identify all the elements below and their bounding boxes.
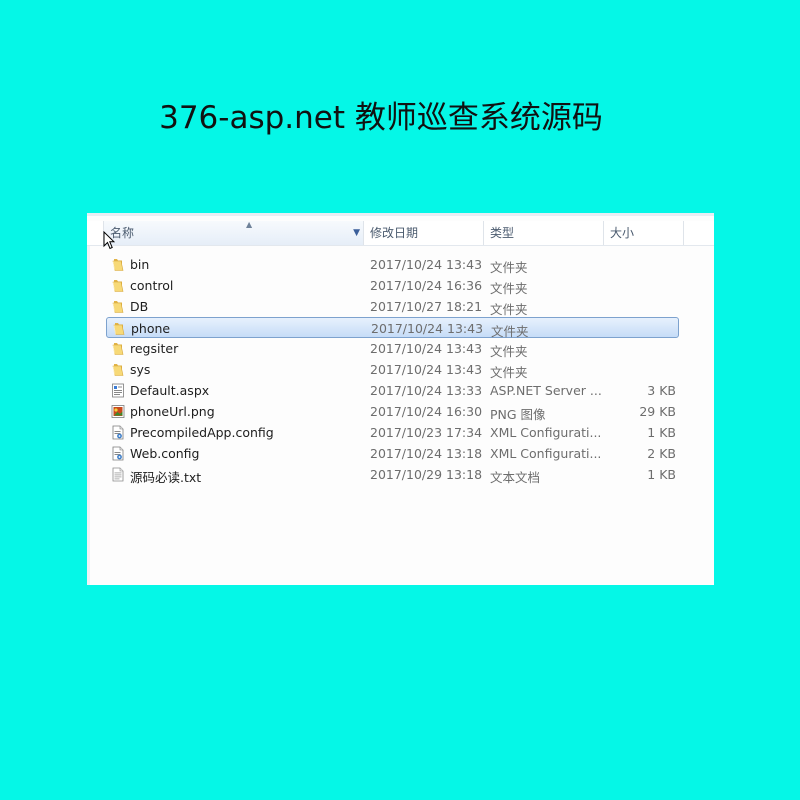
folder-icon <box>111 299 125 314</box>
file-row[interactable]: 源码必读.txt 2017/10/29 13:18 文本文档 1 KB <box>106 464 679 485</box>
file-size: 1 KB <box>647 467 676 482</box>
file-modified-date: 2017/10/24 13:43 <box>370 341 483 356</box>
folder-icon <box>111 278 125 293</box>
file-name: Web.config <box>130 446 200 461</box>
file-name: regsiter <box>130 341 179 356</box>
file-row[interactable]: Default.aspx 2017/10/24 13:33 ASP.NET Serv… <box>106 380 679 401</box>
file-size: 3 KB <box>647 383 676 398</box>
column-header-bar: ▲ 名称 ▼ 修改日期 类型 大小 <box>87 220 714 246</box>
file-name: phoneUrl.png <box>130 404 215 419</box>
column-header-type-label: 类型 <box>490 226 515 240</box>
file-row[interactable]: PrecompiledApp.config 2017/10/23 17:34 XML… <box>106 422 679 443</box>
file-name: 源码必读.txt <box>130 470 202 485</box>
file-modified-date: 2017/10/24 16:36 <box>370 278 483 293</box>
file-name: sys <box>130 362 151 377</box>
sort-ascending-icon: ▲ <box>246 220 253 229</box>
file-row[interactable]: Web.config 2017/10/24 13:18 XML Configurat… <box>106 443 679 464</box>
file-type: PNG 图像 <box>490 407 546 422</box>
file-modified-date: 2017/10/24 13:18 <box>370 446 483 461</box>
file-explorer-window: ▲ 名称 ▼ 修改日期 类型 大小 bin 2017/10/24 13:43 文件夹… <box>87 213 714 585</box>
file-name: PrecompiledApp.config <box>130 425 274 440</box>
column-header-date-label: 修改日期 <box>370 226 419 240</box>
folder-icon <box>111 257 125 272</box>
file-modified-date: 2017/10/24 13:43 <box>370 257 483 272</box>
file-type: 文件夹 <box>490 365 528 380</box>
text-file-icon <box>111 467 125 482</box>
file-name: bin <box>130 257 150 272</box>
file-row[interactable]: phone 2017/10/24 13:43 文件夹 <box>106 317 679 339</box>
file-row[interactable]: bin 2017/10/24 13:43 文件夹 <box>106 254 679 275</box>
file-modified-date: 2017/10/24 16:30 <box>370 404 483 419</box>
mouse-pointer-icon <box>103 231 115 250</box>
file-modified-date: 2017/10/24 13:33 <box>370 383 483 398</box>
column-header-type[interactable]: 类型 <box>484 221 604 245</box>
column-header-date[interactable]: 修改日期 <box>364 221 484 245</box>
file-type: 文本文档 <box>490 470 541 485</box>
folder-icon <box>111 362 125 377</box>
file-modified-date: 2017/10/24 13:43 <box>371 321 484 336</box>
config-file-icon <box>111 425 125 440</box>
file-type: 文件夹 <box>490 281 528 296</box>
page-title: 376-asp.net 教师巡查系统源码 <box>159 100 603 136</box>
file-type: 文件夹 <box>490 260 528 275</box>
file-modified-date: 2017/10/24 13:43 <box>370 362 483 377</box>
folder-icon <box>112 321 126 336</box>
column-header-name[interactable]: ▲ 名称 ▼ <box>103 220 364 245</box>
file-modified-date: 2017/10/23 17:34 <box>370 425 483 440</box>
file-size: 1 KB <box>647 425 676 440</box>
file-name: phone <box>131 321 171 336</box>
pane-left-edge <box>87 246 90 585</box>
image-file-icon <box>111 404 125 419</box>
file-modified-date: 2017/10/27 18:21 <box>370 299 483 314</box>
aspx-file-icon <box>111 383 125 398</box>
file-modified-date: 2017/10/29 13:18 <box>370 467 483 482</box>
folder-icon <box>111 341 125 356</box>
file-type: 文件夹 <box>490 344 528 359</box>
file-name: Default.aspx <box>130 383 210 398</box>
file-size: 29 KB <box>639 404 676 419</box>
file-row[interactable]: DB 2017/10/27 18:21 文件夹 <box>106 296 679 317</box>
file-row[interactable]: control 2017/10/24 16:36 文件夹 <box>106 275 679 296</box>
file-name: DB <box>130 299 149 314</box>
chevron-down-icon[interactable]: ▼ <box>353 221 360 245</box>
column-header-size[interactable]: 大小 <box>604 221 684 245</box>
file-type: XML Configurati... <box>490 425 602 440</box>
file-row[interactable]: regsiter 2017/10/24 13:43 文件夹 <box>106 338 679 359</box>
file-name: control <box>130 278 174 293</box>
file-type: ASP.NET Server ... <box>490 383 602 398</box>
config-file-icon <box>111 446 125 461</box>
file-type: XML Configurati... <box>490 446 602 461</box>
column-header-size-label: 大小 <box>610 226 635 240</box>
file-row[interactable]: phoneUrl.png 2017/10/24 16:30 PNG 图像 29 KB <box>106 401 679 422</box>
file-row[interactable]: sys 2017/10/24 13:43 文件夹 <box>106 359 679 380</box>
file-type: 文件夹 <box>490 302 528 317</box>
file-size: 2 KB <box>647 446 676 461</box>
